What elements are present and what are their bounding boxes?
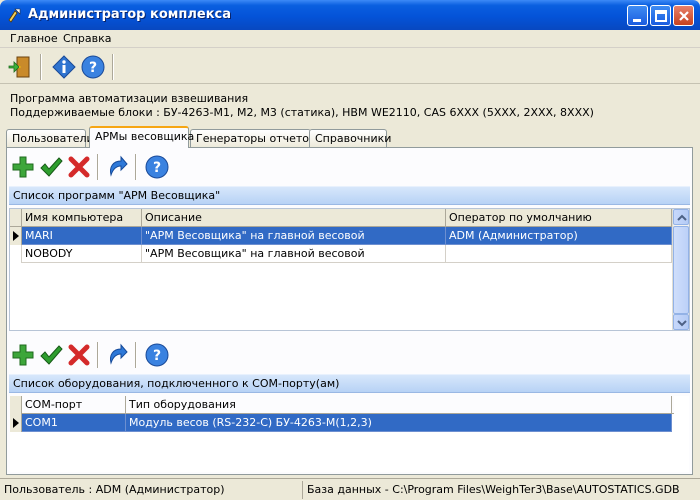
add-icon (12, 344, 34, 366)
svg-text:?: ? (153, 348, 161, 364)
row-indicator-header (10, 396, 22, 414)
tab-panel-arm: ? Список программ "АРМ Весовщика" Имя ко… (6, 147, 693, 475)
row-indicator-header (10, 209, 22, 227)
refresh-icon (110, 155, 128, 177)
menu-help[interactable]: Справка (63, 32, 111, 45)
menu-bar: Главное Справка (0, 30, 700, 48)
tab-report-generators[interactable]: Генераторы отчетов (190, 129, 316, 148)
scroll-up-button[interactable] (673, 209, 689, 225)
refresh-icon (110, 343, 128, 365)
apply-equipment-button[interactable] (39, 343, 63, 367)
tab-arm-weigher[interactable]: АРМы весовщика (89, 126, 194, 148)
app-icon (8, 8, 21, 23)
column-header-operator[interactable]: Оператор по умолчанию (446, 209, 672, 227)
cell-com-port[interactable]: COM1 (22, 414, 126, 432)
programs-grid[interactable]: Имя компьютера Описание Оператор по умол… (9, 208, 690, 331)
add-program-button[interactable] (11, 155, 35, 179)
cell-description[interactable]: "АРМ Весовщика" на главной весовой (142, 245, 446, 263)
column-header-com-port[interactable]: COM-порт (22, 396, 126, 414)
chevron-up-icon (677, 214, 687, 221)
delete-program-button[interactable] (67, 155, 91, 179)
refresh-equipment-button[interactable] (105, 343, 129, 367)
toolbar-separator (40, 54, 42, 80)
maximize-icon (655, 10, 667, 22)
apply-check-icon (40, 345, 63, 365)
main-toolbar: ? (0, 50, 700, 84)
apply-program-button[interactable] (39, 155, 63, 179)
title-bar: Администратор комплекса (0, 0, 700, 30)
help-icon: ? (81, 55, 105, 79)
row-indicator (10, 227, 22, 245)
status-user: Пользователь : ADM (Администратор) (0, 481, 303, 499)
info-button[interactable] (52, 55, 76, 79)
minimize-icon (633, 19, 641, 22)
equipment-grid-header: COM-порт Тип оборудования (10, 396, 674, 414)
window-title: Администратор комплекса (28, 7, 232, 22)
cell-operator[interactable]: ADM (Администратор) (446, 227, 672, 245)
refresh-programs-button[interactable] (105, 155, 129, 179)
toolbar-separator (135, 154, 137, 180)
row-indicator (10, 414, 22, 432)
apply-check-icon (40, 157, 63, 177)
row-indicator (10, 245, 22, 263)
add-equipment-button[interactable] (11, 343, 35, 367)
exit-button[interactable] (8, 55, 32, 79)
toolbar-separator (135, 342, 137, 368)
help-button[interactable]: ? (81, 55, 105, 79)
status-bar: Пользователь : ADM (Администратор) База … (0, 478, 700, 500)
info-line-1: Программа автоматизации взвешивания (10, 92, 249, 105)
toolbar-separator (112, 54, 114, 80)
programs-vertical-scrollbar[interactable] (672, 209, 689, 330)
current-row-arrow-icon (13, 418, 19, 428)
table-row[interactable]: NOBODY "АРМ Весовщика" на главной весово… (10, 245, 672, 263)
svg-text:?: ? (89, 60, 97, 76)
tab-directories[interactable]: Справочники (309, 129, 391, 148)
delete-equipment-button[interactable] (67, 343, 91, 367)
column-header-equipment-type[interactable]: Тип оборудования (126, 396, 672, 414)
svg-text:?: ? (153, 160, 161, 176)
help-equipment-button[interactable]: ? (145, 343, 169, 367)
cell-equipment-type[interactable]: Модуль весов (RS-232-C) БУ-4263-М(1,2,3) (126, 414, 672, 432)
close-icon (679, 11, 689, 21)
cell-computer[interactable]: MARI (22, 227, 142, 245)
help-programs-button[interactable]: ? (145, 155, 169, 179)
current-row-arrow-icon (13, 231, 19, 241)
help-icon: ? (145, 155, 169, 179)
status-database: База данных - C:\Program Files\WeighTer3… (307, 483, 680, 496)
info-icon (52, 55, 76, 79)
scroll-thumb[interactable] (673, 226, 689, 314)
toolbar-separator (97, 342, 99, 368)
info-panel: Программа автоматизации взвешивания Подд… (10, 92, 594, 120)
help-icon: ? (145, 343, 169, 367)
table-row[interactable]: MARI "АРМ Весовщика" на главной весовой … (10, 227, 672, 245)
exit-door-icon (8, 56, 30, 78)
toolbar-separator (97, 154, 99, 180)
cell-operator[interactable] (446, 245, 672, 263)
table-row[interactable]: COM1 Модуль весов (RS-232-C) БУ-4263-М(1… (10, 414, 672, 432)
programs-grid-header: Имя компьютера Описание Оператор по умол… (10, 209, 674, 227)
column-header-description[interactable]: Описание (142, 209, 446, 227)
tab-users[interactable]: Пользователи (6, 129, 94, 148)
chevron-down-icon (677, 320, 687, 327)
column-header-computer[interactable]: Имя компьютера (22, 209, 142, 227)
delete-icon (68, 156, 90, 178)
minimize-button[interactable] (627, 5, 648, 26)
equipment-grid[interactable]: COM-порт Тип оборудования COM1 Модуль ве… (9, 395, 690, 473)
scroll-down-button[interactable] (673, 314, 689, 330)
close-button[interactable] (673, 5, 694, 26)
add-icon (12, 156, 34, 178)
info-line-2: Поддерживаемые блоки : БУ-4263-М1, М2, М… (10, 106, 594, 119)
programs-toolbar: ? (7, 151, 692, 185)
equipment-toolbar: ? (7, 339, 692, 373)
programs-section-header: Список программ "АРМ Весовщика" (9, 186, 690, 205)
cell-computer[interactable]: NOBODY (22, 245, 142, 263)
equipment-section-header: Список оборудования, подключенного к COM… (9, 374, 690, 393)
maximize-button[interactable] (650, 5, 671, 26)
cell-description[interactable]: "АРМ Весовщика" на главной весовой (142, 227, 446, 245)
delete-icon (68, 344, 90, 366)
menu-main[interactable]: Главное (10, 32, 58, 45)
